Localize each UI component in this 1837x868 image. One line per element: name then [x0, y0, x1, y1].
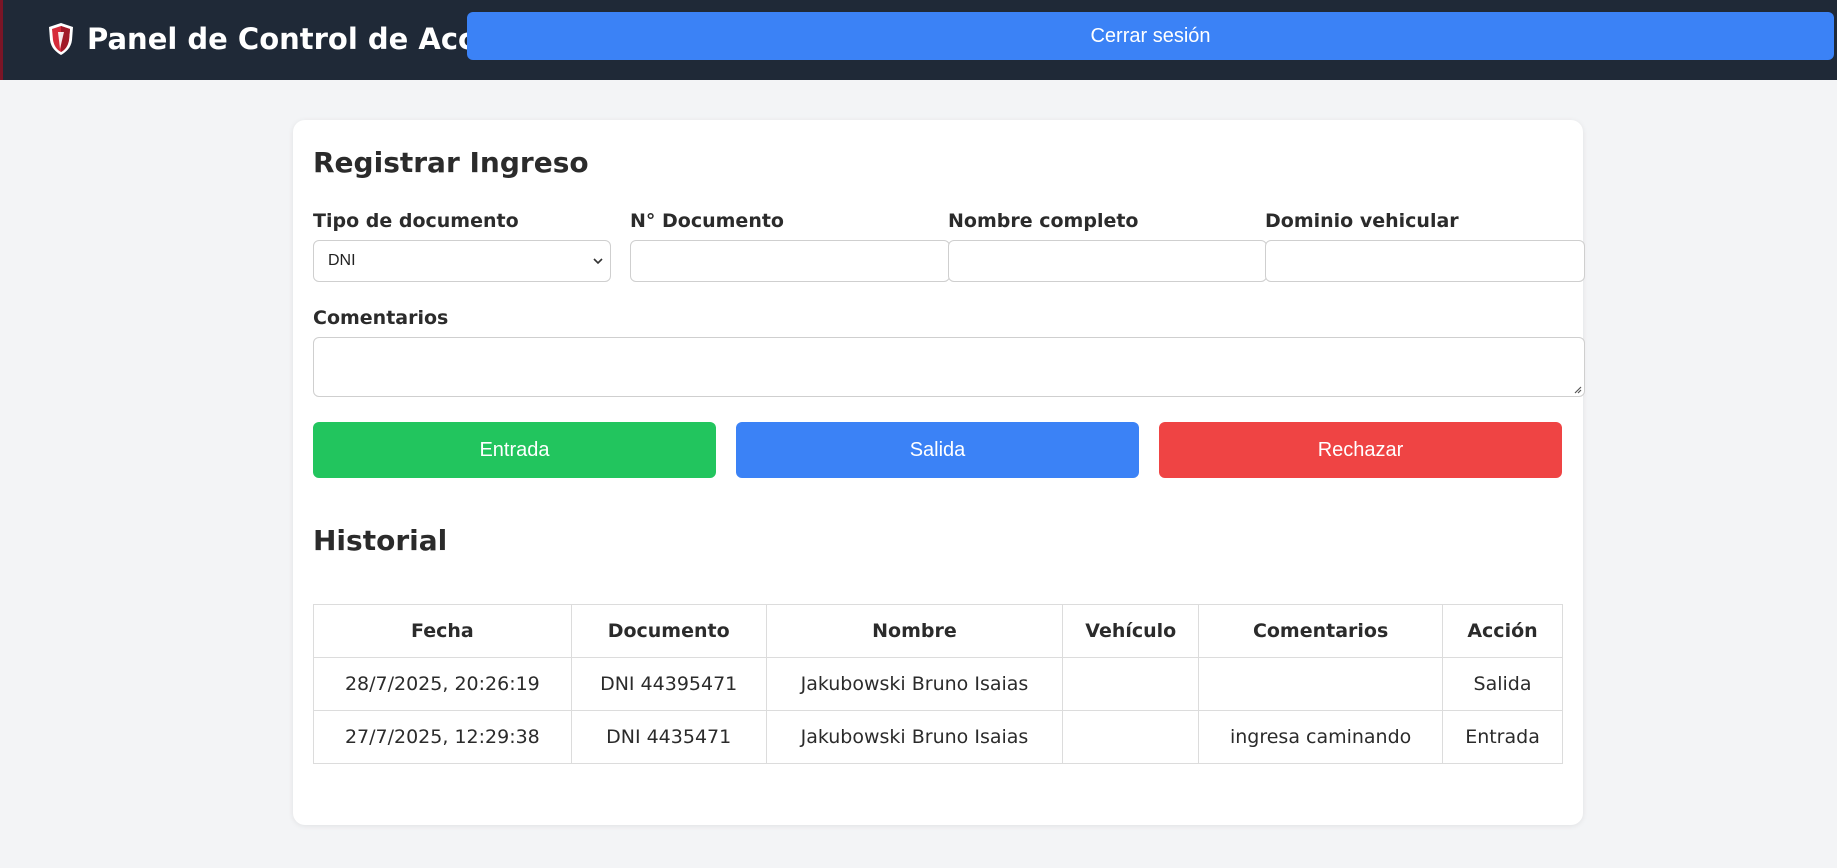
vehicle-input[interactable]: [1265, 240, 1585, 282]
cell-name: Jakubowski Bruno Isaias: [765, 657, 1064, 711]
full-name-label: Nombre completo: [948, 210, 1139, 232]
table-row[interactable]: 28/7/2025, 20:26:19 DNI 44395471 Jakubow…: [313, 657, 1563, 711]
doc-type-label: Tipo de documento: [313, 210, 519, 232]
column-header-name[interactable]: Nombre: [765, 604, 1064, 658]
cell-action: Entrada: [1442, 710, 1563, 764]
access-card: Registrar Ingreso Tipo de documento DNI …: [293, 120, 1585, 825]
comments-textarea[interactable]: [313, 337, 1585, 397]
column-header-vehicle[interactable]: Vehículo: [1062, 604, 1200, 658]
brand: Panel de Control de Acceso: [47, 18, 532, 60]
column-header-document[interactable]: Documento: [570, 604, 767, 658]
exit-button[interactable]: Salida: [736, 422, 1139, 478]
doc-number-label: N° Documento: [630, 210, 784, 232]
history-title: Historial: [313, 524, 448, 557]
logout-button[interactable]: Cerrar sesión: [467, 12, 1834, 60]
column-header-comments[interactable]: Comentarios: [1198, 604, 1444, 658]
cell-name: Jakubowski Bruno Isaias: [765, 710, 1064, 764]
top-navbar: Panel de Control de Acceso Cerrar sesión: [0, 0, 1837, 80]
resize-grip-icon[interactable]: [1572, 384, 1582, 394]
doc-type-value: DNI: [328, 252, 356, 269]
cell-vehicle: [1062, 710, 1200, 764]
cell-comments: ingresa caminando: [1198, 710, 1444, 764]
full-name-input[interactable]: [948, 240, 1267, 282]
cell-comments: [1198, 657, 1444, 711]
doc-number-input[interactable]: [630, 240, 950, 282]
app-title: Panel de Control de Acceso: [87, 22, 533, 56]
entry-button[interactable]: Entrada: [313, 422, 716, 478]
chevron-down-icon: [593, 258, 603, 265]
cell-date: 27/7/2025, 12:29:38: [313, 710, 572, 764]
column-header-action[interactable]: Acción: [1442, 604, 1563, 658]
shield-icon: [49, 23, 73, 55]
cell-action: Salida: [1442, 657, 1563, 711]
register-title: Registrar Ingreso: [313, 146, 589, 179]
doc-type-select[interactable]: DNI: [313, 240, 611, 282]
cell-document: DNI 4435471: [570, 710, 767, 764]
table-header-row: Fecha Documento Nombre Vehículo Comentar…: [313, 604, 1563, 658]
comments-label: Comentarios: [313, 307, 449, 329]
history-table: Fecha Documento Nombre Vehículo Comentar…: [313, 604, 1563, 764]
cell-vehicle: [1062, 657, 1200, 711]
vehicle-label: Dominio vehicular: [1265, 210, 1459, 232]
cell-document: DNI 44395471: [570, 657, 767, 711]
table-row[interactable]: 27/7/2025, 12:29:38 DNI 4435471 Jakubows…: [313, 710, 1563, 764]
column-header-date[interactable]: Fecha: [313, 604, 572, 658]
cell-date: 28/7/2025, 20:26:19: [313, 657, 572, 711]
reject-button[interactable]: Rechazar: [1159, 422, 1562, 478]
